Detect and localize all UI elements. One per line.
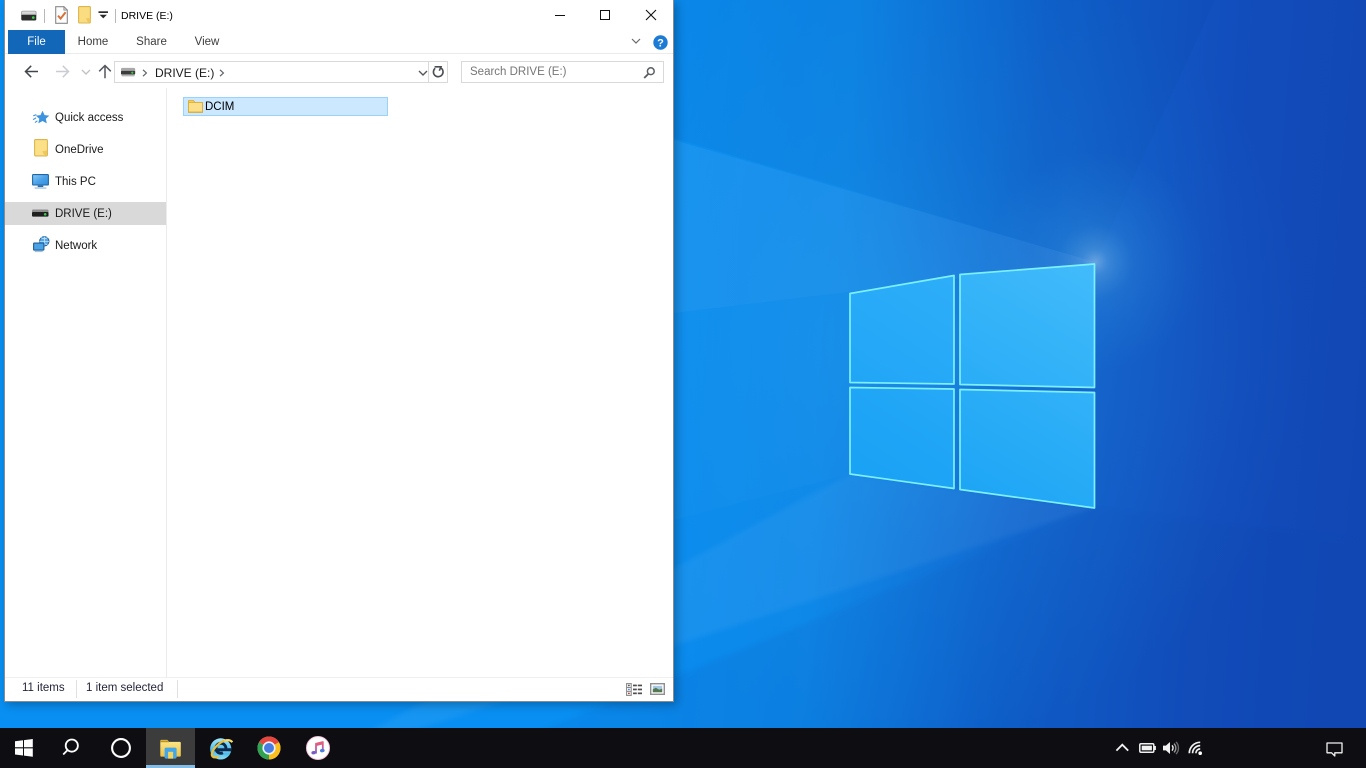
svg-text:?: ?	[657, 37, 664, 49]
